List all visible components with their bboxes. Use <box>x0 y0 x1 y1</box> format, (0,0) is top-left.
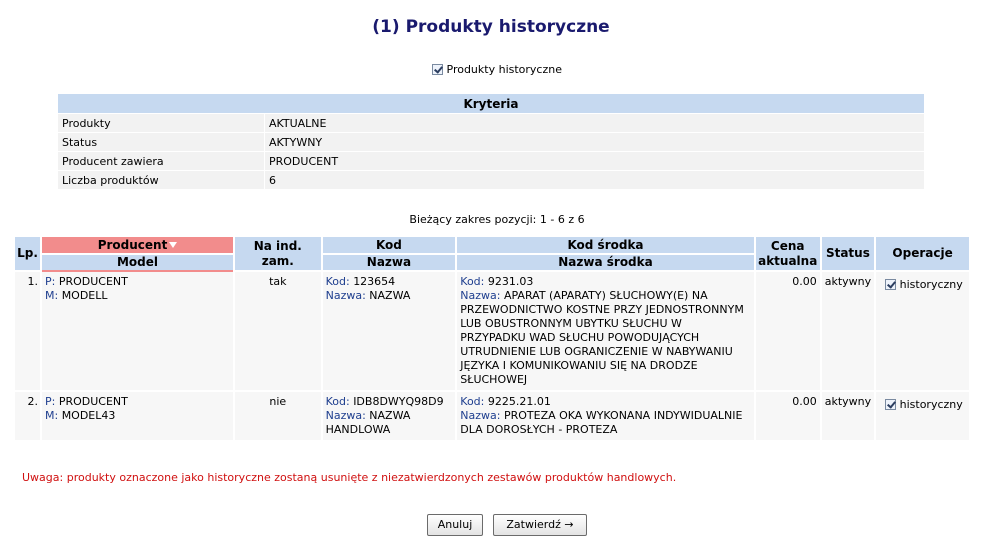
producer-model-cell: P: PRODUCENT M: MODELL <box>39 270 236 392</box>
nazwa-srodka-value: PROTEZA OKA WYKONANA INDYWIDUALNIE DLA D… <box>460 409 743 436</box>
status-value: aktywny <box>819 270 877 392</box>
kod-srodka-cell: Kod: 9231.03 Nazwa: APARAT (APARATY) SŁU… <box>455 270 756 392</box>
operation-cell: historyczny <box>874 390 971 442</box>
nazwa-srodka-value: APARAT (APARATY) SŁUCHOWY(E) NA PRZEWODN… <box>460 289 744 386</box>
criteria-value: AKTUALNE <box>264 113 925 133</box>
criteria-label: Liczba produktów <box>57 170 265 190</box>
column-header-operacje: Operacje <box>874 235 971 272</box>
column-header-kod-srodka[interactable]: Kod środka <box>455 235 756 255</box>
column-header-na-ind[interactable]: Na ind. zam. <box>233 235 323 272</box>
criteria-header: Kryteria <box>57 93 925 114</box>
nazwa-key: Nazwa: <box>325 289 366 302</box>
model-key: M: <box>44 409 59 422</box>
confirm-button[interactable]: Zatwierdź → <box>493 514 587 536</box>
historical-row-checkbox[interactable] <box>885 279 897 290</box>
criteria-table: Kryteria Produkty AKTUALNE Status AKTYWN… <box>57 93 925 190</box>
producer-key: P: <box>44 275 56 288</box>
producer-value: PRODUCENT <box>58 275 128 288</box>
column-header-nazwa-srodka[interactable]: Nazwa środka <box>455 253 756 272</box>
model-value: MODEL43 <box>61 409 116 422</box>
kod-value: IDB8DWYQ98D9 <box>353 395 444 408</box>
row-number: 2. <box>13 390 42 442</box>
na-ind-value: tak <box>233 270 323 392</box>
nazwa-key: Nazwa: <box>325 409 366 422</box>
producer-value: PRODUCENT <box>58 395 128 408</box>
kod-nazwa-cell: Kod: 123654 Nazwa: NAZWA <box>320 270 458 392</box>
criteria-row: Producent zawiera PRODUCENT <box>57 151 925 171</box>
criteria-row: Produkty AKTUALNE <box>57 113 925 133</box>
nazwa-srodka-key: Nazwa: <box>460 289 501 302</box>
kod-key: Kod: <box>325 395 350 408</box>
criteria-label: Produkty <box>57 113 265 133</box>
table-row: 2. P: PRODUCENT M: MODEL43 nie Kod: IDB8… <box>13 390 971 442</box>
warning-message: Uwaga: produkty oznaczone jako historycz… <box>22 471 677 484</box>
column-header-cena[interactable]: Cena aktualna <box>753 235 822 272</box>
operation-cell: historyczny <box>874 270 971 392</box>
column-header-producer-label: Producent <box>97 237 168 252</box>
kod-srodka-key: Kod: <box>460 395 485 408</box>
column-header-status[interactable]: Status <box>819 235 877 272</box>
kod-nazwa-cell: Kod: IDB8DWYQ98D9 Nazwa: NAZWA HANDLOWA <box>320 390 458 442</box>
producer-model-cell: P: PRODUCENT M: MODEL43 <box>39 390 236 442</box>
historical-row-label: historyczny <box>899 398 963 411</box>
kod-srodka-key: Kod: <box>460 275 485 288</box>
historical-toggle-label: Produkty historyczne <box>446 63 563 76</box>
column-header-kod[interactable]: Kod <box>320 235 458 255</box>
table-row: 1. P: PRODUCENT M: MODELL tak Kod: 12365… <box>13 270 971 392</box>
price-value: 0.00 <box>753 270 822 392</box>
sort-desc-icon <box>169 241 178 248</box>
price-value: 0.00 <box>753 390 822 442</box>
historical-toggle[interactable]: Produkty historyczne <box>0 63 994 76</box>
cancel-button[interactable]: Anuluj <box>427 514 483 536</box>
model-value: MODELL <box>61 289 108 302</box>
nazwa-value: NAZWA <box>369 289 411 302</box>
criteria-value: 6 <box>264 170 925 190</box>
kod-srodka-value: 9231.03 <box>487 275 534 288</box>
products-table: Lp. Producent Na ind. zam. Kod Kod środk… <box>13 235 971 442</box>
row-number: 1. <box>13 270 42 392</box>
criteria-value: PRODUCENT <box>264 151 925 171</box>
criteria-row: Status AKTYWNY <box>57 132 925 152</box>
kod-key: Kod: <box>325 275 350 288</box>
historical-checkbox[interactable] <box>432 64 443 75</box>
na-ind-value: nie <box>233 390 323 442</box>
column-header-producer[interactable]: Producent <box>39 235 236 255</box>
column-header-model[interactable]: Model <box>39 253 236 272</box>
column-header-nazwa[interactable]: Nazwa <box>320 253 458 272</box>
criteria-value: AKTYWNY <box>264 132 925 152</box>
status-value: aktywny <box>819 390 877 442</box>
kod-value: 123654 <box>353 275 396 288</box>
column-header-lp: Lp. <box>13 235 42 272</box>
kod-srodka-cell: Kod: 9225.21.01 Nazwa: PROTEZA OKA WYKON… <box>455 390 756 442</box>
range-indicator: Bieżący zakres pozycji: 1 - 6 z 6 <box>409 213 585 226</box>
criteria-label: Producent zawiera <box>57 151 265 171</box>
model-key: M: <box>44 289 59 302</box>
criteria-row: Liczba produktów 6 <box>57 170 925 190</box>
page-title: (1) Produkty historyczne <box>372 17 610 37</box>
nazwa-srodka-key: Nazwa: <box>460 409 501 422</box>
producer-key: P: <box>44 395 56 408</box>
kod-srodka-value: 9225.21.01 <box>487 395 551 408</box>
historical-row-checkbox[interactable] <box>885 399 897 410</box>
historical-row-label: historyczny <box>899 278 963 291</box>
criteria-label: Status <box>57 132 265 152</box>
